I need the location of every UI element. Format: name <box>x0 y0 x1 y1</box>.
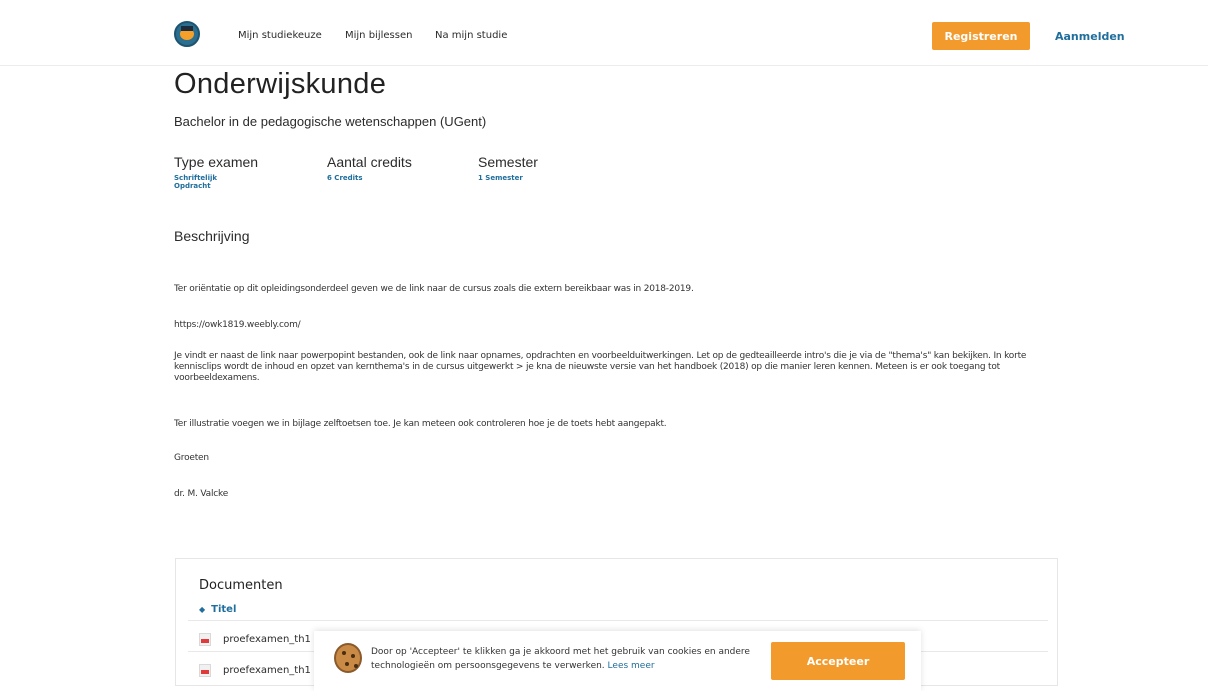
semester-block: Semester 1 Semester <box>478 154 538 182</box>
description-url: https://owk1819.weebly.com/ <box>174 320 301 330</box>
sort-icon[interactable]: ◆ <box>199 605 205 614</box>
pdf-file-icon <box>199 664 211 677</box>
cookie-text-block: Door op 'Accepteer' te klikken ga je akk… <box>371 645 751 673</box>
exam-type-value: Schriftelijk <box>174 174 218 182</box>
pdf-file-icon <box>199 633 211 646</box>
documents-heading: Documenten <box>199 578 283 593</box>
exam-type-block: Type examen Schriftelijk Opdracht <box>174 154 258 190</box>
title-column-label: Titel <box>211 604 237 615</box>
credits-value: 6 Credits <box>327 174 363 182</box>
description-signature: dr. M. Valcke <box>174 489 229 499</box>
read-more-link[interactable]: Lees meer <box>608 661 655 671</box>
description-greeting: Groeten <box>174 453 209 463</box>
top-header: Mijn studiekeuze Mijn bijlessen Na mijn … <box>0 0 1208 66</box>
semester-value: 1 Semester <box>478 174 523 182</box>
document-title[interactable]: proefexamen_th1 <box>223 634 311 645</box>
graduation-cap-logo-icon[interactable] <box>174 21 200 47</box>
page-title: Onderwijskunde <box>174 68 387 100</box>
description-paragraph: Ter illustratie voegen we in bijlage zel… <box>174 419 667 429</box>
course-subtitle: Bachelor in de pedagogische wetenschappe… <box>174 114 487 129</box>
exam-type-value: Opdracht <box>174 182 211 190</box>
description-paragraph: Ter oriëntatie op dit opleidingsonderdee… <box>174 284 694 294</box>
document-title[interactable]: proefexamen_th1 <box>223 665 311 676</box>
login-link[interactable]: Aanmelden <box>1055 30 1125 43</box>
nav-na-mijn-studie[interactable]: Na mijn studie <box>435 30 507 41</box>
title-column-header[interactable]: ◆ Titel <box>199 604 236 615</box>
document-row[interactable]: proefexamen_th1 <box>199 633 311 646</box>
nav-mijn-studiekeuze[interactable]: Mijn studiekeuze <box>238 30 322 41</box>
document-row[interactable]: proefexamen_th1 <box>199 664 311 677</box>
description-heading: Beschrijving <box>174 228 250 244</box>
logo-cap <box>181 26 193 31</box>
description-paragraph: Je vindt er naast de link naar powerpopi… <box>174 351 1027 383</box>
accept-cookies-button[interactable]: Accepteer <box>771 642 905 680</box>
semester-label: Semester <box>478 154 538 170</box>
cookie-message: Door op 'Accepteer' te klikken ga je akk… <box>371 647 750 671</box>
cookie-icon <box>334 643 362 673</box>
credits-label: Aantal credits <box>327 154 412 170</box>
divider <box>188 620 1048 621</box>
exam-type-label: Type examen <box>174 154 259 170</box>
cookie-banner: Door op 'Accepteer' te klikken ga je akk… <box>314 631 921 691</box>
exam-type-values: Schriftelijk Opdracht <box>174 174 258 190</box>
register-button[interactable]: Registreren <box>932 22 1030 50</box>
credits-block: Aantal credits 6 Credits <box>327 154 412 182</box>
nav-mijn-bijlessen[interactable]: Mijn bijlessen <box>345 30 412 41</box>
